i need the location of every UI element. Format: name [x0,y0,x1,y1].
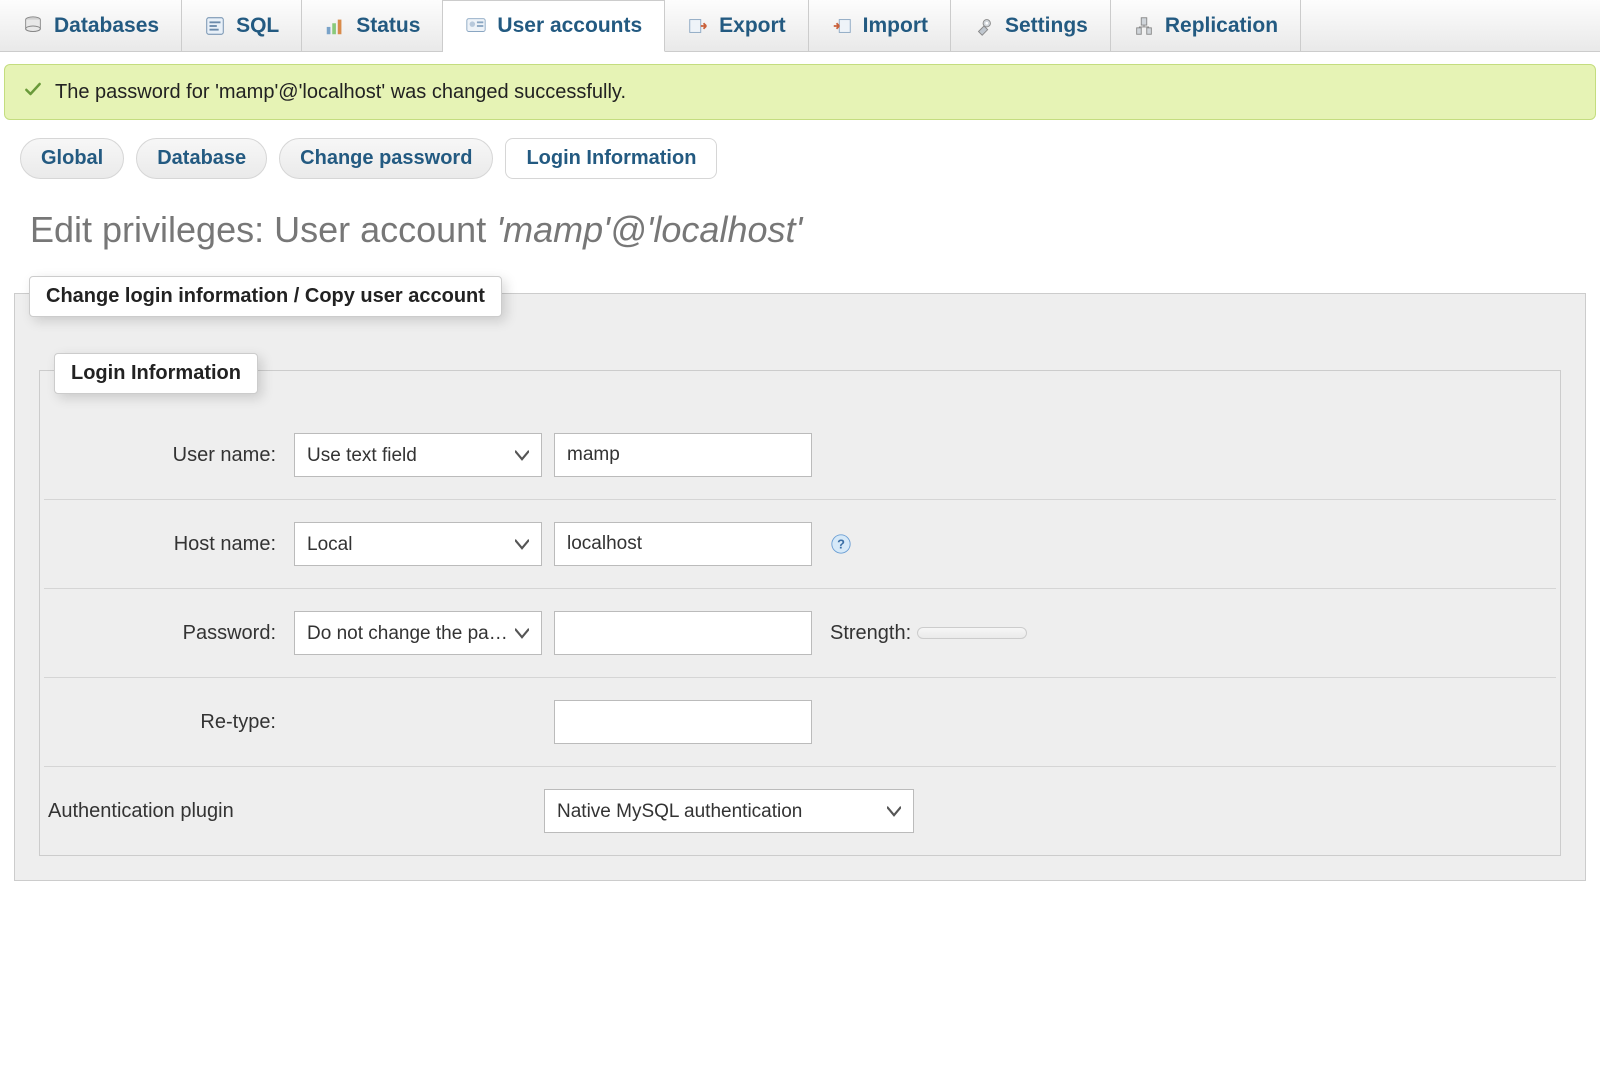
users-icon [465,15,487,37]
tab-label: Databases [54,14,159,38]
row-auth-plugin: Authentication plugin Native MySQL authe… [44,767,1556,855]
fieldset-legend-inner: Login Information [54,353,258,394]
tab-label: Status [356,14,420,38]
username-input[interactable] [554,433,812,477]
strength-label: Strength: [830,622,911,645]
hostname-input[interactable] [554,522,812,566]
password-mode-select[interactable]: Do not change the password [294,611,542,655]
tab-import[interactable]: Import [809,0,951,51]
hostname-mode-select[interactable]: Local [294,522,542,566]
hostname-label: Host name: [44,533,294,556]
export-icon [687,15,709,37]
row-password: Password: Do not change the password Str… [44,589,1556,678]
database-icon [22,15,44,37]
username-mode-select[interactable]: Use text field [294,433,542,477]
page-title: Edit privileges: User account 'mamp'@'lo… [0,183,1600,273]
row-retype: Re-type: [44,678,1556,767]
check-icon [23,79,43,105]
tab-user-accounts[interactable]: User accounts [443,0,665,52]
heading-prefix: Edit privileges: User account [30,209,496,250]
subtab-label: Global [41,147,103,170]
top-navigation: Databases SQL Status User accounts Expor… [0,0,1600,52]
sql-icon [204,15,226,37]
retype-label: Re-type: [44,711,294,734]
password-strength: Strength: [830,622,1027,645]
subtab-database[interactable]: Database [136,138,267,179]
subtab-label: Change password [300,147,472,170]
tab-label: Import [863,14,928,38]
fieldset-legend-outer: Change login information / Copy user acc… [29,276,502,317]
subtab-global[interactable]: Global [20,138,124,179]
subtab-label: Login Information [526,147,696,170]
import-icon [831,15,853,37]
retype-input[interactable] [554,700,812,744]
notice-text: The password for 'mamp'@'localhost' was … [55,81,626,104]
password-input[interactable] [554,611,812,655]
success-notice: The password for 'mamp'@'localhost' was … [4,64,1596,120]
fieldset-change-login: Change login information / Copy user acc… [14,293,1586,881]
username-label: User name: [44,444,294,467]
help-icon[interactable]: ? [830,533,852,555]
tab-replication[interactable]: Replication [1111,0,1301,51]
tab-label: Replication [1165,14,1278,38]
tab-databases[interactable]: Databases [0,0,182,51]
auth-plugin-select[interactable]: Native MySQL authentication [544,789,914,833]
tab-status[interactable]: Status [302,0,443,51]
tab-export[interactable]: Export [665,0,809,51]
tab-settings[interactable]: Settings [951,0,1111,51]
subtab-label: Database [157,147,246,170]
heading-identity: 'mamp'@'localhost' [496,209,802,250]
status-icon [324,15,346,37]
password-label: Password: [44,622,294,645]
subtabs: Global Database Change password Login In… [0,120,1600,183]
fieldset-login-information: Login Information User name: Use text fi… [39,370,1561,856]
tab-label: Export [719,14,786,38]
auth-plugin-label: Authentication plugin [44,800,544,823]
row-hostname: Host name: Local ? [44,500,1556,589]
svg-text:?: ? [837,537,845,552]
gear-icon [973,15,995,37]
row-username: User name: Use text field [44,411,1556,500]
tab-label: Settings [1005,14,1088,38]
replication-icon [1133,15,1155,37]
strength-meter [917,627,1027,639]
tab-sql[interactable]: SQL [182,0,302,51]
subtab-change-password[interactable]: Change password [279,138,493,179]
subtab-login-information[interactable]: Login Information [505,138,717,179]
tab-label: SQL [236,14,279,38]
tab-label: User accounts [497,14,642,38]
